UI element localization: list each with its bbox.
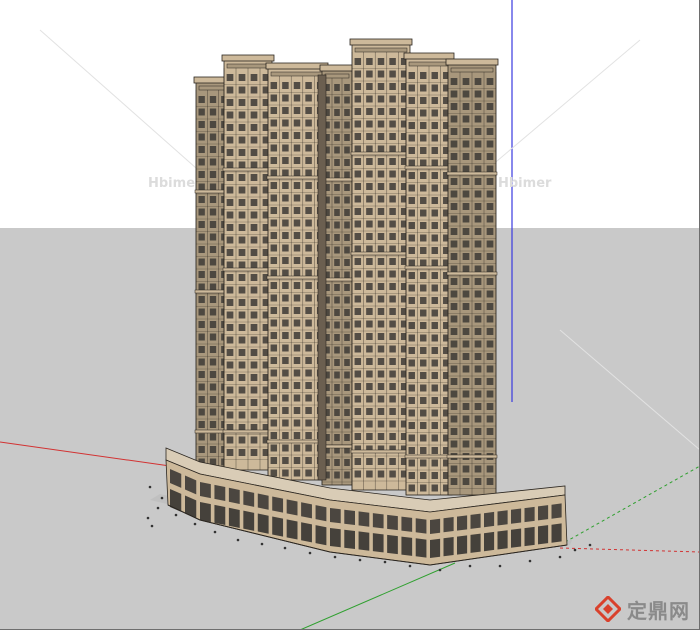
site-dot (498, 564, 502, 568)
site-dot (308, 551, 312, 555)
podium-window-upper (344, 509, 355, 525)
watermark-text-1: Hbimer (148, 176, 202, 191)
podium-shopfront (415, 538, 427, 558)
site-dot (174, 513, 178, 517)
site-dot (146, 516, 150, 520)
tower-block-2 (221, 54, 275, 471)
site-dot (150, 524, 154, 528)
site-dot (588, 543, 592, 547)
podium-window-upper (200, 482, 211, 499)
podium-window-upper (511, 508, 522, 524)
podium-window-upper (372, 513, 384, 529)
podium-window-upper (551, 503, 562, 519)
podium-shopfront (315, 525, 327, 546)
site-dot (283, 546, 287, 550)
podium-shopfront (511, 528, 522, 548)
tower-block-7 (445, 58, 499, 496)
podium-shopfront (387, 534, 398, 555)
podium-shopfront (484, 531, 495, 552)
podium-shopfront (330, 528, 341, 548)
podium-window-upper (538, 505, 549, 521)
tower-block-6 (403, 52, 455, 496)
podium-shopfront (497, 530, 508, 550)
podium-window-upper (286, 499, 298, 516)
podium-shopfront (538, 525, 549, 545)
site-dot (358, 558, 362, 562)
podium-window-upper (524, 506, 535, 523)
brand-watermark: 定鼎网 (595, 594, 690, 624)
site-dot (468, 564, 472, 568)
podium-window-upper (497, 510, 508, 526)
podium-window-upper (272, 496, 284, 513)
podium-shopfront (344, 529, 355, 549)
podium-shopfront (358, 531, 370, 551)
podium-window-upper (358, 511, 370, 527)
podium-shopfront (524, 526, 535, 547)
podium-shopfront (401, 536, 413, 556)
podium-window-upper (257, 493, 269, 510)
site-dot (573, 548, 577, 552)
podium-window-upper (457, 515, 468, 531)
podium-window-upper (470, 513, 481, 529)
site-dot (193, 522, 197, 526)
podium-shopfront (457, 535, 468, 555)
podium-shopfront (200, 502, 211, 523)
site-dot (408, 564, 412, 568)
residential-towers[interactable] (193, 38, 499, 496)
site-dot (156, 506, 160, 510)
diamond-logo-icon (595, 596, 621, 622)
podium-window-upper (243, 490, 255, 507)
podium-window-upper (301, 502, 312, 519)
brand-name: 定鼎网 (627, 598, 690, 623)
podium-shopfront (551, 523, 562, 543)
podium-window-upper (228, 487, 240, 504)
podium-window-upper (401, 516, 413, 532)
podium-window-upper (330, 508, 341, 524)
podium-window-upper (214, 484, 226, 502)
podium-shopfront (257, 513, 269, 534)
tower-block-5 (349, 38, 413, 491)
podium-window-upper (430, 518, 441, 534)
podium-window-upper (484, 511, 495, 528)
podium-shopfront (372, 533, 384, 553)
site-dot (260, 542, 264, 546)
podium-window-upper (415, 518, 427, 534)
podium-shopfront (272, 516, 284, 537)
podium-shopfront (214, 504, 226, 526)
podium-shopfront (286, 519, 298, 540)
site-dot (528, 559, 532, 563)
sketchup-viewport[interactable]: Hbimer Hbimer 定鼎网 (0, 0, 700, 630)
podium-shopfront (430, 538, 441, 558)
site-dot (160, 496, 164, 500)
site-dot (438, 568, 442, 572)
site-dot (236, 538, 240, 542)
tower-core (317, 74, 327, 481)
model-scene[interactable]: Hbimer Hbimer (0, 0, 700, 630)
site-dot (213, 530, 217, 534)
site-dot (383, 560, 387, 564)
podium-shopfront (228, 507, 240, 528)
site-dot (333, 555, 337, 559)
podium-window-upper (315, 505, 327, 522)
podium-shopfront (443, 537, 454, 557)
site-dot (558, 555, 562, 559)
watermark-text-2: Hbimer (498, 176, 552, 191)
podium-shopfront (301, 522, 312, 543)
site-dot (148, 485, 152, 489)
podium-shopfront (243, 510, 255, 531)
podium-shopfront (470, 533, 481, 553)
podium-window-upper (443, 517, 454, 533)
podium-window-upper (387, 514, 398, 531)
